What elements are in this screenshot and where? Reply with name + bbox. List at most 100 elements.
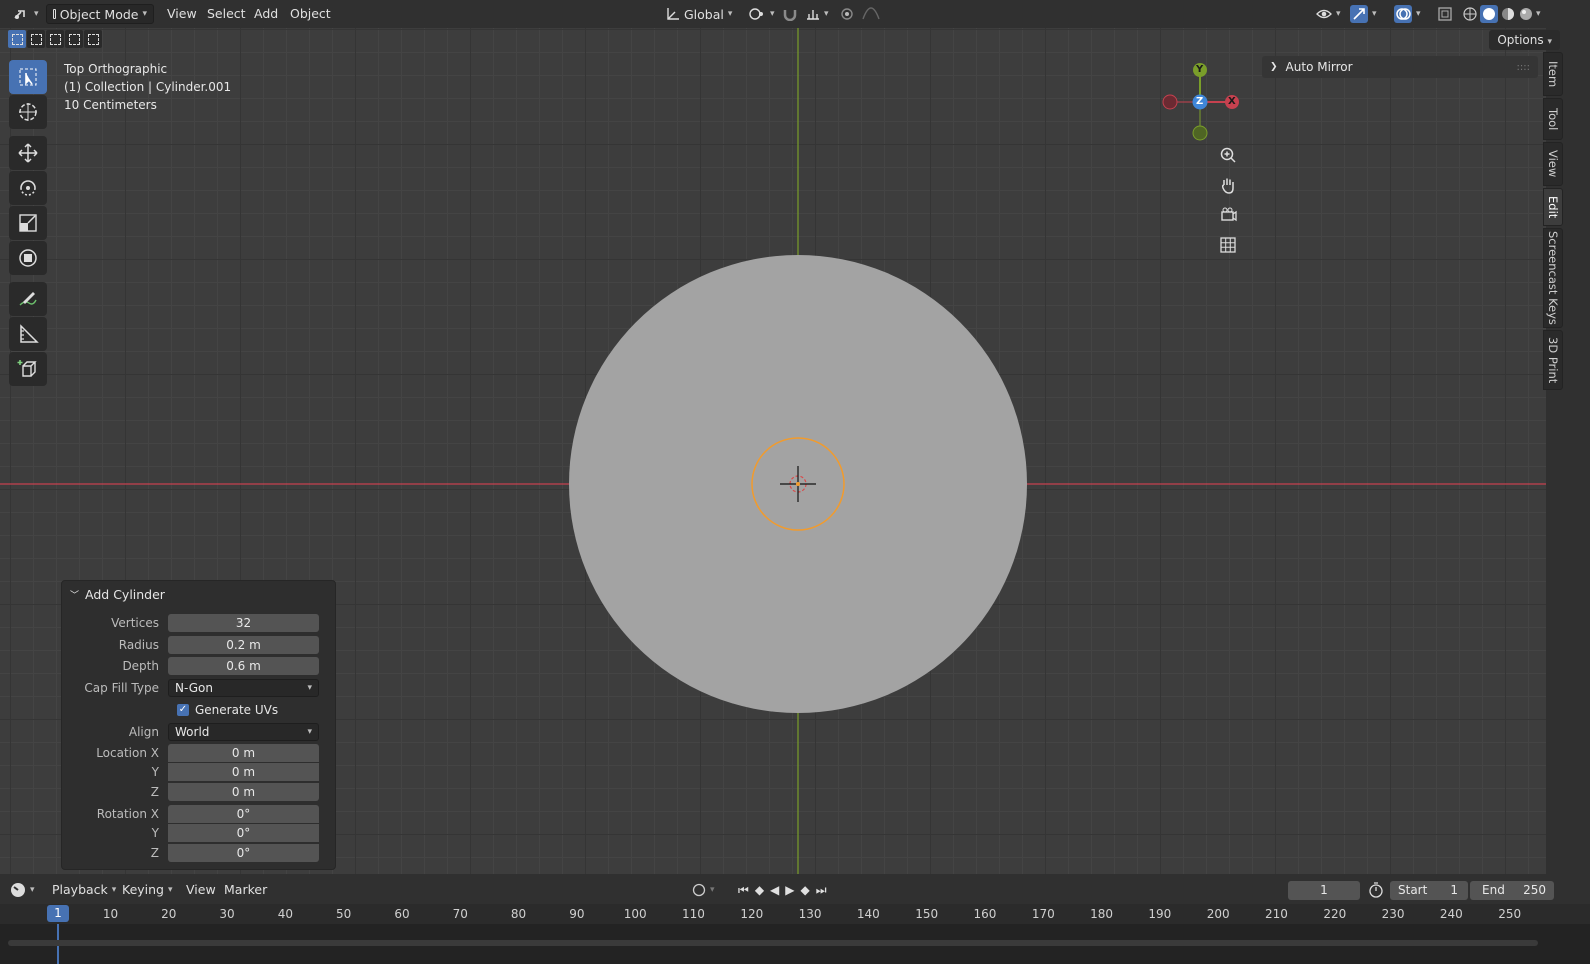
camera-view-button[interactable] xyxy=(1214,201,1242,229)
frame-tick-label: 240 xyxy=(1439,907,1463,921)
tool-shelf xyxy=(9,60,47,387)
select-extend-icon[interactable] xyxy=(27,30,45,48)
chevron-down-icon: ﹀ xyxy=(70,591,80,601)
pan-button[interactable] xyxy=(1214,171,1242,199)
current-frame-field[interactable]: 1 xyxy=(1288,881,1360,900)
menu-add[interactable]: Add xyxy=(254,5,278,23)
gizmo-neg-x-axis xyxy=(1162,94,1178,110)
transform-icon xyxy=(19,249,37,267)
generate-uvs-checkbox[interactable]: ✓ xyxy=(177,704,189,716)
viewport-header: ▾ Object Mode ▾ View Select Add Object G… xyxy=(0,0,1590,28)
overlays-toggle[interactable]: ▾ xyxy=(1388,4,1427,24)
material-shading-icon[interactable] xyxy=(1500,6,1516,22)
xray-toggle[interactable] xyxy=(1432,4,1458,24)
playhead[interactable]: 1 xyxy=(47,905,69,922)
gizmo-toggle[interactable]: ▾ xyxy=(1344,4,1383,24)
pivot-point-select[interactable]: ▾ xyxy=(742,4,781,24)
scale-tool[interactable] xyxy=(9,206,47,240)
frame-ruler[interactable]: 10 20 30 40 50 60 70 80 90 100 110 120 130 140 150 160 1… xyxy=(0,904,1590,924)
select-intersect-icon[interactable] xyxy=(84,30,102,48)
add-cube-tool[interactable] xyxy=(9,352,47,386)
rotate-tool[interactable] xyxy=(9,171,47,205)
tab-screencast-keys[interactable]: Screencast Keys xyxy=(1543,228,1563,328)
move-arrows-icon xyxy=(18,143,38,163)
playback-controls: ⏮ ◆ ◀ ▶ ◆ ⏭ xyxy=(738,881,827,899)
location-z-field[interactable]: 0 m xyxy=(168,783,319,801)
next-keyframe-icon[interactable]: ◆ xyxy=(801,881,810,899)
camera-icon xyxy=(1221,207,1237,222)
frame-tick-label: 100 xyxy=(623,907,647,921)
menu-select[interactable]: Select xyxy=(207,5,246,23)
select-box-tool[interactable] xyxy=(9,60,47,94)
start-frame-field[interactable]: Start 1 xyxy=(1390,881,1468,900)
perspective-toggle-button[interactable] xyxy=(1214,231,1242,259)
preview-range-toggle[interactable] xyxy=(1368,881,1384,899)
timeline-view-menu[interactable]: View xyxy=(186,881,216,899)
auto-mirror-panel[interactable]: ❯ Auto Mirror :::: xyxy=(1262,56,1538,78)
keying-menu[interactable]: Keying ▾ xyxy=(122,881,173,899)
shading-options-chevron[interactable]: ▾ xyxy=(1536,9,1541,19)
select-invert-icon[interactable] xyxy=(65,30,83,48)
location-x-field[interactable]: 0 m xyxy=(168,744,319,762)
pencil-icon xyxy=(19,292,37,306)
auto-keying-toggle[interactable]: ▾ xyxy=(692,881,715,899)
zoom-button[interactable] xyxy=(1214,141,1242,169)
menu-object[interactable]: Object xyxy=(290,5,331,23)
select-new-icon[interactable] xyxy=(8,30,26,48)
measure-tool[interactable] xyxy=(9,317,47,351)
marker-menu[interactable]: Marker xyxy=(224,881,267,899)
editor-type-button[interactable]: ▾ xyxy=(6,4,45,24)
rotation-z-field[interactable]: 0° xyxy=(168,844,319,862)
stopwatch-icon xyxy=(1369,882,1383,898)
tab-tool[interactable]: Tool xyxy=(1543,98,1563,140)
tab-item[interactable]: Item xyxy=(1543,52,1563,96)
rotation-x-field[interactable]: 0° xyxy=(168,805,319,823)
radius-field[interactable]: 0.2 m xyxy=(168,636,319,654)
play-icon[interactable]: ▶ xyxy=(785,881,794,899)
zoom-icon xyxy=(1220,147,1236,163)
options-button[interactable]: Options ▾ xyxy=(1489,30,1560,50)
timeline-scrollbar[interactable] xyxy=(8,940,1538,946)
gizmo-icon xyxy=(1350,5,1368,23)
add-cylinder-panel: ﹀ Add Cylinder Vertices 32 Radius 0.2 m De… xyxy=(61,580,336,870)
transform-orientation-icon xyxy=(667,8,679,20)
tab-edit[interactable]: Edit xyxy=(1543,188,1563,226)
sidebar-tabs: Item Tool View Edit Screencast Keys 3D P… xyxy=(1543,52,1563,392)
rendered-shading-icon[interactable] xyxy=(1518,6,1534,22)
annotate-tool[interactable] xyxy=(9,282,47,316)
playback-menu[interactable]: Playback ▾ xyxy=(52,881,116,899)
tab-view[interactable]: View xyxy=(1543,142,1563,186)
add-cylinder-header[interactable]: ﹀ Add Cylinder xyxy=(70,587,165,602)
vertices-field[interactable]: 32 xyxy=(168,614,319,632)
gizmo-neg-y-axis xyxy=(1192,125,1208,141)
location-y-field[interactable]: 0 m xyxy=(168,763,319,781)
falloff-select[interactable] xyxy=(856,4,886,24)
solid-shading-icon[interactable] xyxy=(1480,5,1498,23)
snap-target-select[interactable]: ▾ xyxy=(800,4,835,24)
move-tool[interactable] xyxy=(9,136,47,170)
timeline-editor-type[interactable]: ▾ xyxy=(10,881,35,899)
mode-select[interactable]: Object Mode ▾ xyxy=(46,4,154,24)
jump-end-icon[interactable]: ⏭ xyxy=(816,881,827,899)
frame-tick-label: 90 xyxy=(569,907,585,921)
tab-3d-print[interactable]: 3D Print xyxy=(1543,330,1563,390)
align-select[interactable]: World ▾ xyxy=(168,723,319,741)
menu-view[interactable]: View xyxy=(167,5,197,23)
drag-handle-icon[interactable]: :::: xyxy=(1517,62,1530,73)
transform-tool[interactable] xyxy=(9,241,47,275)
rotation-y-field[interactable]: 0° xyxy=(168,824,319,842)
jump-start-icon[interactable]: ⏮ xyxy=(738,881,749,899)
wireframe-shading-icon[interactable] xyxy=(1462,6,1478,22)
object-mode-icon xyxy=(53,9,56,19)
visibility-select[interactable]: ▾ xyxy=(1310,4,1347,24)
orientation-select[interactable]: Global ▾ xyxy=(660,4,738,24)
cursor-tool[interactable] xyxy=(9,95,47,129)
end-frame-field[interactable]: End 250 xyxy=(1470,881,1554,900)
depth-field[interactable]: 0.6 m xyxy=(168,657,319,675)
prev-keyframe-icon[interactable]: ◆ xyxy=(755,881,764,899)
cap-fill-type-select[interactable]: N-Gon ▾ xyxy=(168,679,319,697)
select-subtract-icon[interactable] xyxy=(46,30,64,48)
play-reverse-icon[interactable]: ◀ xyxy=(770,881,779,899)
add-cube-icon xyxy=(17,360,37,377)
navigation-gizmo[interactable]: Y Z X xyxy=(1162,60,1242,144)
